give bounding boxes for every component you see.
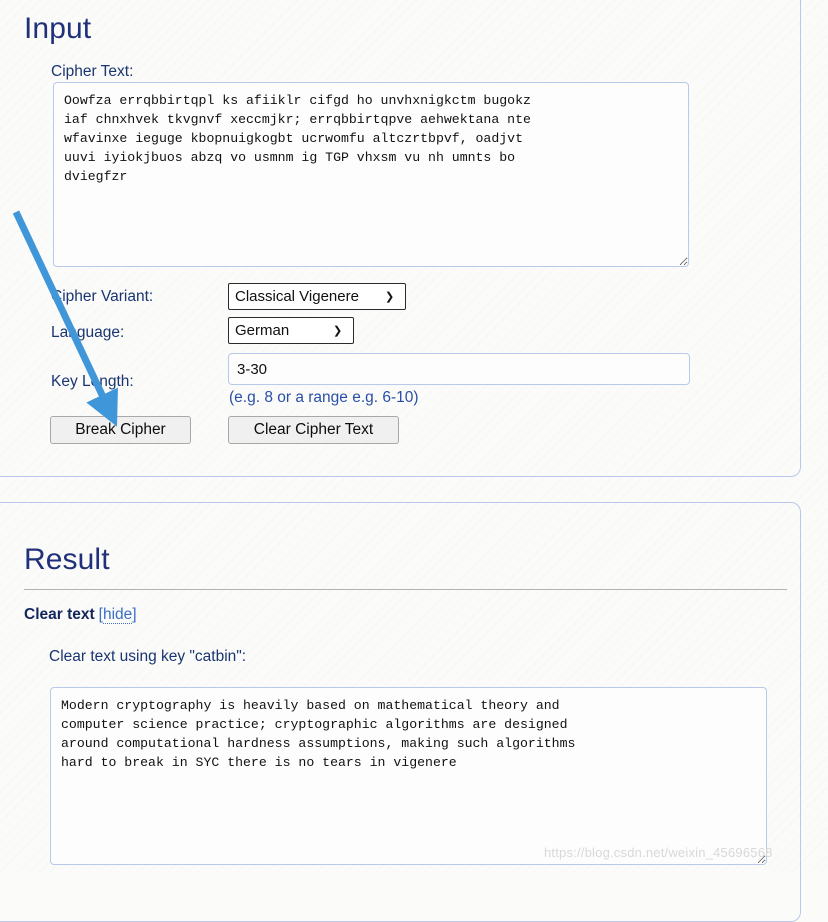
cipher-text-label: Cipher Text:: [51, 63, 134, 80]
hide-toggle-link[interactable]: [hide]: [99, 606, 137, 624]
hide-link-close-bracket: ]: [132, 606, 137, 623]
page-title-result: Result: [24, 543, 110, 576]
clear-text-header: Clear text [hide]: [24, 606, 137, 624]
key-length-label: Key Length:: [51, 373, 134, 390]
clear-text-key-line: Clear text using key "catbin":: [49, 648, 247, 665]
break-cipher-button[interactable]: Break Cipher: [50, 416, 191, 444]
cipher-text-input[interactable]: [53, 82, 689, 267]
key-length-input[interactable]: [228, 353, 690, 385]
result-divider: [24, 589, 787, 590]
key-length-hint: (e.g. 8 or a range e.g. 6-10): [229, 389, 419, 406]
cipher-variant-label: Cipher Variant:: [51, 288, 154, 305]
cipher-variant-select[interactable]: Classical Vigenere: [228, 283, 406, 310]
page-root: Input Cipher Text: Cipher Variant: Class…: [0, 0, 828, 922]
clear-cipher-text-button[interactable]: Clear Cipher Text: [228, 416, 399, 444]
clear-text-output[interactable]: [50, 687, 767, 865]
language-select[interactable]: German: [228, 317, 354, 344]
language-label: Language:: [51, 324, 125, 341]
page-title-input: Input: [24, 12, 92, 45]
clear-text-heading: Clear text: [24, 606, 95, 623]
hide-link-word[interactable]: hide: [102, 606, 133, 624]
